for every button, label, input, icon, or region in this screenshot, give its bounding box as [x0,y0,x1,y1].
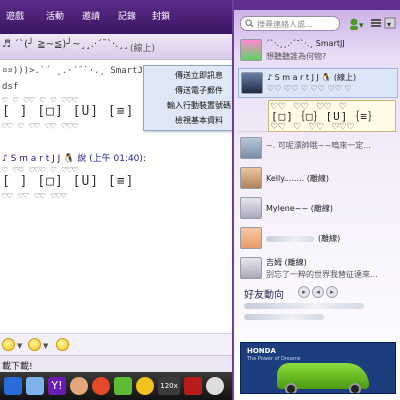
avatar [240,227,262,249]
contact-status: 別忘了一粹的世界我替征達來... [266,270,378,279]
windows-icon[interactable] [4,377,22,395]
menu-history[interactable]: 記錄 [118,9,136,22]
contact-item[interactable]: Mylene~~ (離線) [238,194,398,224]
menu-icon[interactable]: ▾ [384,17,396,29]
contact-status-popup: ♡♡ ♡♡ ♡♡ ♡ [□]｛□｝[U]｛≡｝ ♡♡ ♡ ♡♡ ♡♡♡ [268,100,396,132]
ad-tagline: The Power of Dreams [247,356,301,362]
contact-status: ♡♡ ♡♡ ♡ ♡♡ ♡♡ ♡ [267,84,352,93]
format-toolbar: ▼ ▼ [0,333,238,355]
emoticon-icon[interactable] [2,338,15,351]
yahoo-icon[interactable]: Y! [48,377,66,395]
contact-name: 吉姆 (離線) [266,258,307,267]
ascii-art-line: ♡♡ ♡♡ ♡♡ ♡♡♡ [2,192,68,202]
search-placeholder: 搜尋連絡人或... [257,20,313,29]
chat-menubar: 遊戲 活動 邀請 記錄 封鎖 [0,0,238,34]
nudge-icon[interactable] [56,338,69,351]
contact-item[interactable]: ´`·.¸¸.·´¯`·.¸ SmartJJ 想聽聽誰為何物? [238,36,398,66]
avatar [240,39,262,61]
wink-icon[interactable] [28,338,41,351]
play-icon[interactable]: ▸ [298,286,310,298]
chat-title: ♬ ´`(╯ ≧~≦)╯~¸¸.·´¯`·.¸¸ [2,39,129,50]
message-sender: ♪ S m a r t J J 🐧 說 (上午 01:40): [2,154,146,164]
menu-activities[interactable]: 活動 [46,9,64,22]
search-input[interactable]: 搜尋連絡人或... [240,16,340,31]
contact-name: ♪ S m a r t J J 🐧 (線上) [267,73,357,82]
next-icon[interactable]: ▸ [326,286,338,298]
chat-header: ♬ ´`(╯ ≧~≦)╯~¸¸.·´¯`·.¸¸ (線上) [0,34,238,60]
contact-name: (離線) [318,234,341,243]
chat-contact-status: (線上) [130,44,156,54]
taskbar: Y! 120x [0,372,238,400]
contact-item-selected[interactable]: ♪ S m a r t J J 🐧 (線上) ♡♡ ♡♡ ♡ ♡♡ ♡♡ ♡ [238,68,398,98]
avatar [240,137,262,159]
blurred-name [266,236,314,242]
messenger-panel: 搜尋連絡人或... ▾ ▾ ´`·.¸¸.·´¯`·.¸ SmartJJ 想聽聽… [232,0,400,400]
menu-invite[interactable]: 邀請 [82,9,100,22]
list-view-icon[interactable] [370,17,382,29]
advertisement-banner[interactable]: HONDA The Power of Dreams [240,342,396,394]
download-status: 載下載! [2,362,33,372]
chevron-down-icon[interactable]: ▼ [43,342,48,350]
activity-item [244,314,324,320]
svg-text:▾: ▾ [359,21,364,31]
zoom-app-icon[interactable]: 120x [158,377,180,395]
contact-item[interactable]: ~. 可呢漂帥哦~~嗚來一定... [238,134,398,164]
wheel [349,383,361,393]
menu-games[interactable]: 遊戲 [6,9,24,22]
ad-brand: HONDA [247,347,276,355]
avatar [241,72,263,94]
contact-status: 想聽聽誰為何物? [266,52,327,61]
app-icon[interactable] [206,377,224,395]
screen: 遊戲 活動 邀請 記錄 封鎖 ♬ ´`(╯ ≧~≦)╯~¸¸.·´¯`·.¸¸ … [0,0,400,400]
search-icon [245,19,254,28]
contact-item[interactable]: (離線) [238,224,398,254]
avatar [240,167,262,189]
message-line: dsf [2,82,19,92]
avatar-icon[interactable] [70,377,88,395]
chrome-icon[interactable] [92,377,110,395]
status-strip: 載下載! [0,355,238,372]
avatar [240,257,262,279]
contact-name: Mylene~~ (離線) [266,204,333,213]
prev-icon[interactable]: ◂ [312,286,324,298]
contact-status: ~. 可呢漂帥哦~~嗚來一定... [266,141,371,150]
emoticon-icon[interactable] [136,377,154,395]
avatar [240,197,262,219]
contact-name: Kelly........ (離線) [266,174,329,183]
chat-window: 遊戲 活動 邀請 記錄 封鎖 ♬ ´`(╯ ≧~≦)╯~¸¸.·´¯`·.¸¸ … [0,0,255,400]
activity-item [244,303,364,309]
contact-item[interactable]: Kelly........ (離線) [238,164,398,194]
add-contact-icon[interactable]: ▾ [348,17,366,31]
contact-item[interactable]: 吉姆 (離線) 別忘了一粹的世界我替征達來... [238,254,398,284]
ascii-art-line: [ ] [□] [U] [≡] [2,104,135,119]
folder-icon[interactable] [26,377,44,395]
wheel [285,383,297,393]
friend-activity-title: 好友動向 [244,290,284,301]
contact-name: ´`·.¸¸.·´¯`·.¸ SmartJJ [266,39,345,48]
svg-text:▾: ▾ [387,20,391,29]
app-icon[interactable] [184,377,202,395]
chevron-down-icon[interactable]: ▼ [17,342,22,350]
ascii-art-line: [ ] [□] [U] [≡] [2,174,135,189]
panel-top-bar [234,0,400,10]
menu-block[interactable]: 封鎖 [152,9,170,22]
ascii-art-line: ♡♡ ♡ ♡♡ ♡♡ ♡♡♡ [2,122,78,132]
app-icon[interactable] [114,377,132,395]
